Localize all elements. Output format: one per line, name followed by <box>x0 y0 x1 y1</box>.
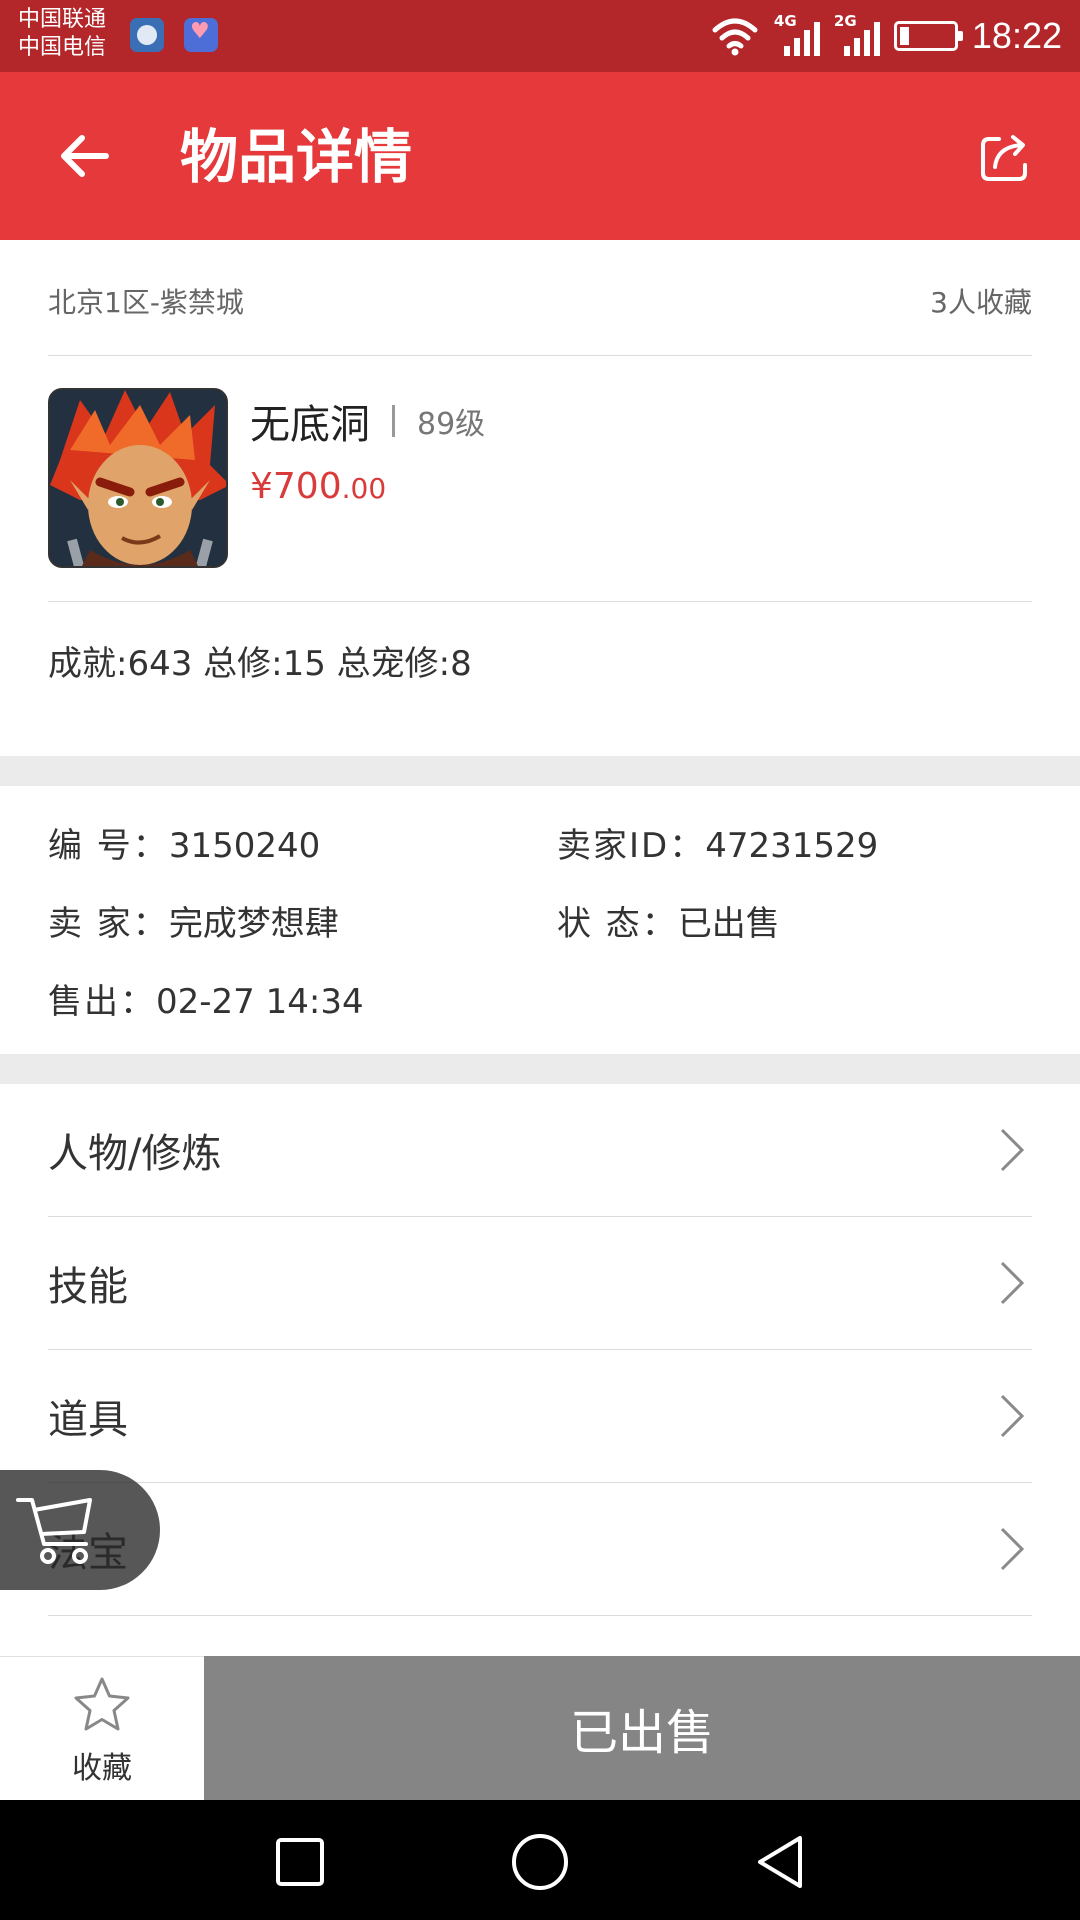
menu-item-treasure[interactable]: 法宝 <box>48 1483 1032 1616</box>
system-nav-bar <box>0 1800 1080 1920</box>
share-icon <box>981 135 1027 181</box>
signal-icon: 4G <box>774 12 820 58</box>
sold-label: 售出： <box>48 982 156 1022</box>
price-main: ¥700 <box>250 466 342 507</box>
divider <box>48 601 1032 602</box>
price-decimal: .00 <box>341 472 387 505</box>
carrier-1: 中国联通 <box>18 7 107 32</box>
item-name-row: 无底洞 89级 <box>250 392 485 450</box>
item-stats: 成就:643 总修:15 总宠修:8 <box>48 644 472 684</box>
name-divider <box>392 405 395 437</box>
section-gap <box>0 1054 1080 1084</box>
item-meta-row: 北京1区-紫禁城 3人收藏 <box>48 240 1032 356</box>
recent-apps-button[interactable] <box>260 1830 340 1894</box>
info-sold-time: 售出：02-27 14:34 <box>48 974 364 1023</box>
info-seller-id: 卖家ID：47231529 <box>557 818 878 867</box>
system-back-button[interactable] <box>740 1830 820 1894</box>
star-icon <box>74 1677 130 1731</box>
home-button[interactable] <box>500 1830 580 1894</box>
seller-id-value: 47231529 <box>705 826 879 866</box>
favorite-button[interactable]: 收藏 <box>0 1656 204 1800</box>
chevron-right-icon <box>992 1519 1032 1579</box>
home-icon <box>512 1834 568 1890</box>
id-value: 3150240 <box>168 826 321 866</box>
clock: 18:22 <box>971 15 1062 56</box>
carrier-2: 中国电信 <box>18 35 107 60</box>
item-price: ¥700.00 <box>250 466 386 507</box>
health-app-icon <box>184 18 218 52</box>
app-notification-icon <box>130 18 164 52</box>
recent-apps-icon <box>276 1838 324 1886</box>
favorite-label: 收藏 <box>72 1751 132 1786</box>
info-status: 状 态：已出售 <box>557 896 780 945</box>
status-bar: 中国联通 中国电信 4G 2G 18:22 <box>0 0 1080 72</box>
signal-icon-2: 2G <box>834 12 880 58</box>
info-id: 编 号：3150240 <box>48 818 320 867</box>
battery-icon <box>893 21 963 51</box>
id-label: 编 号： <box>48 826 169 866</box>
detail-menu: 人物/修炼 技能 道具 法宝 <box>0 1084 1080 1656</box>
cart-button[interactable] <box>0 1470 160 1590</box>
favorites-count: 3人收藏 <box>930 285 1032 319</box>
status-value: 已出售 <box>677 904 780 944</box>
page-title: 物品详情 <box>180 123 413 191</box>
menu-item-label: 道具 <box>48 1397 128 1443</box>
item-level: 89级 <box>417 407 486 442</box>
menu-item-label: 人物/修炼 <box>48 1131 222 1177</box>
carrier-info: 中国联通 中国电信 <box>18 6 106 62</box>
chevron-right-icon <box>992 1120 1032 1180</box>
seller-value: 完成梦想肆 <box>168 904 339 944</box>
menu-item-character[interactable]: 人物/修炼 <box>48 1084 1032 1217</box>
character-avatar <box>48 388 228 568</box>
sold-status-button[interactable]: 已出售 <box>204 1656 1080 1800</box>
menu-item-label: 技能 <box>48 1264 128 1310</box>
status-label: 状 态： <box>557 904 678 944</box>
trade-info: 编 号：3150240 卖家ID：47231529 卖 家：完成梦想肆 状 态：… <box>0 786 1080 1054</box>
app-bar: 物品详情 <box>0 72 1080 240</box>
wifi-icon <box>712 18 758 56</box>
cart-icon <box>16 1498 92 1564</box>
seller-label: 卖 家： <box>48 904 169 944</box>
info-seller: 卖 家：完成梦想肆 <box>48 896 339 945</box>
item-name: 无底洞 <box>250 402 370 448</box>
seller-id-label: 卖家ID： <box>557 826 706 866</box>
arrow-left-icon <box>61 135 109 177</box>
share-button[interactable] <box>972 122 1042 192</box>
chevron-right-icon <box>992 1253 1032 1313</box>
chevron-right-icon <box>992 1386 1032 1446</box>
item-card: 北京1区-紫禁城 3人收藏 无底洞 89级 ¥700.00 成就:643 总修:… <box>0 240 1080 756</box>
section-gap <box>0 756 1080 786</box>
back-button[interactable] <box>48 120 120 192</box>
server-name: 北京1区-紫禁城 <box>48 285 244 319</box>
back-icon <box>758 1836 802 1888</box>
sold-value: 02-27 14:34 <box>156 982 364 1022</box>
menu-item-items[interactable]: 道具 <box>48 1350 1032 1483</box>
bottom-action-bar: 收藏 已出售 <box>0 1656 1080 1800</box>
menu-item-skills[interactable]: 技能 <box>48 1217 1032 1350</box>
